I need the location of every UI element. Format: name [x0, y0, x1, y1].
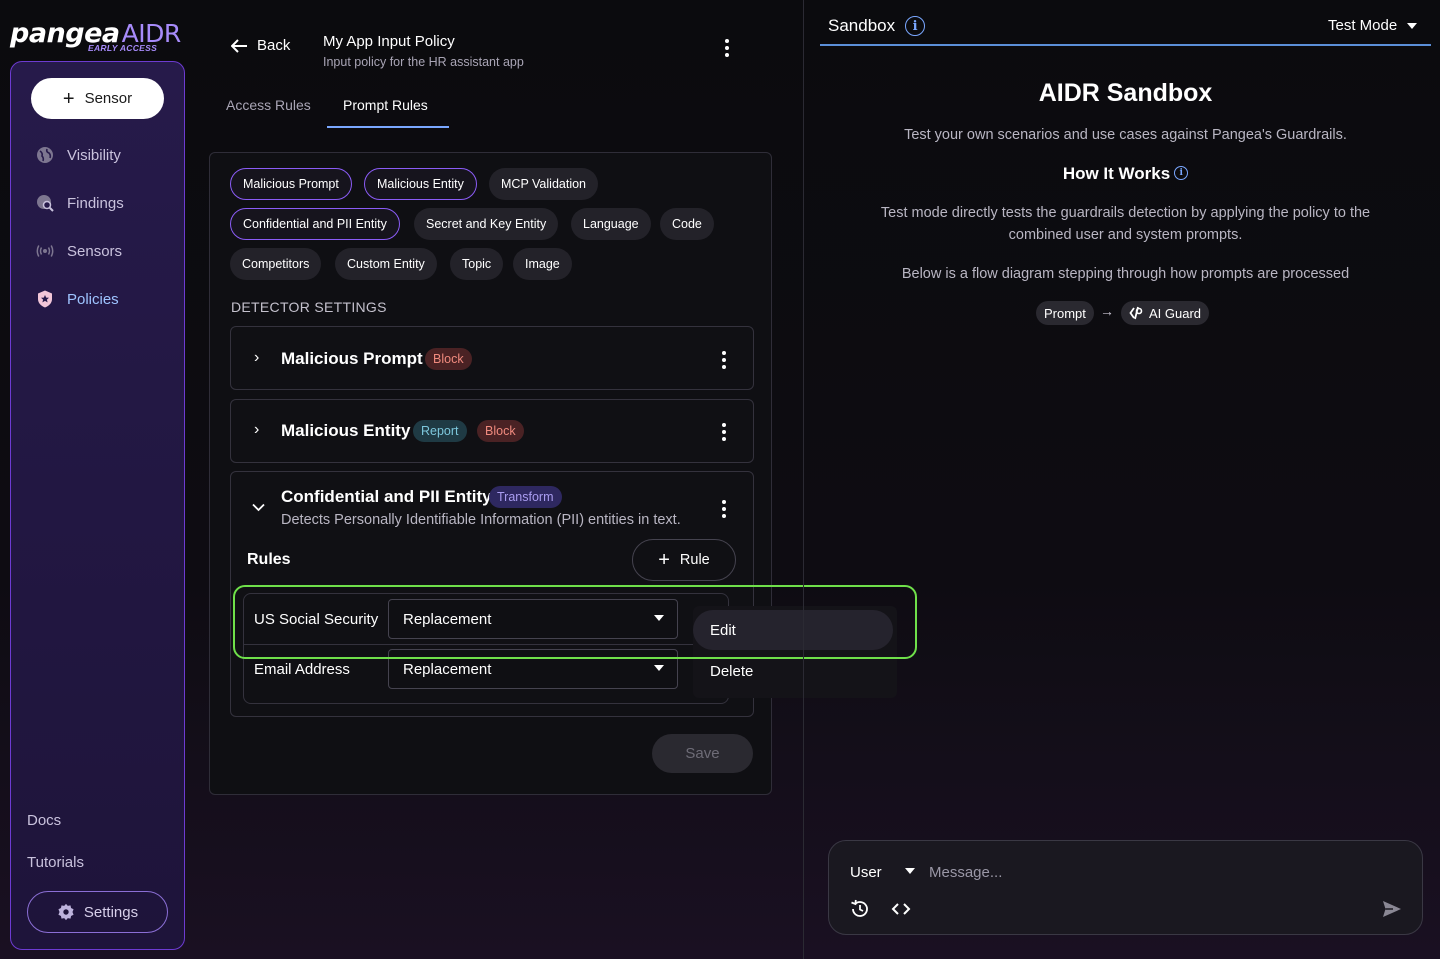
mode-dropdown[interactable]: Test Mode	[1328, 17, 1418, 34]
highlight-box	[233, 585, 917, 659]
sandbox-intro: Test your own scenarios and use cases ag…	[904, 127, 1347, 143]
logo: pangeaAIDR EARLY ACCESS	[10, 18, 185, 58]
caret-down-icon[interactable]	[905, 868, 915, 874]
role-select[interactable]: User	[850, 864, 882, 881]
chip-malicious-prompt[interactable]: Malicious Prompt	[230, 168, 352, 200]
detector-title: Malicious Prompt	[281, 349, 423, 368]
sandbox-tab-label: Sandbox	[828, 16, 896, 35]
shield-icon	[38, 290, 52, 308]
status-badge: Block	[477, 420, 524, 442]
sidebar: + Sensor Visibility Findings Sensors Pol…	[10, 61, 185, 950]
how-it-works-heading: How It Works i	[820, 164, 1431, 184]
docs-link[interactable]: Docs	[27, 812, 61, 829]
logo-tag: EARLY ACCESS	[88, 43, 158, 53]
settings-button[interactable]: Settings	[27, 891, 168, 933]
chip-topic[interactable]: Topic	[450, 248, 504, 280]
sidebar-item-label: Sensors	[67, 242, 123, 260]
rule-name: Email Address	[254, 661, 350, 678]
sandbox-tab-underline	[820, 44, 1431, 46]
active-tab-indicator	[327, 126, 449, 128]
plus-icon: +	[62, 87, 75, 110]
chip-language[interactable]: Language	[571, 208, 651, 240]
page-title: My App Input Policy	[323, 33, 455, 50]
info-icon[interactable]: i	[905, 16, 926, 36]
add-sensor-button[interactable]: + Sensor	[31, 78, 164, 119]
broadcast-icon	[36, 245, 54, 257]
status-badge: Transform	[489, 486, 562, 508]
plus-icon: +	[658, 549, 670, 571]
chip-competitors[interactable]: Competitors	[230, 248, 322, 280]
add-rule-label: Rule	[679, 552, 710, 568]
code-icon[interactable]	[890, 898, 912, 920]
sidebar-item-visibility[interactable]: Visibility	[35, 145, 121, 165]
send-icon[interactable]	[1381, 898, 1403, 920]
rule-method-value: Replacement	[403, 660, 492, 678]
status-badge: Report	[413, 420, 467, 442]
info-icon[interactable]: i	[1174, 166, 1189, 180]
back-button[interactable]: Back	[231, 37, 290, 54]
chip-mcp-validation[interactable]: MCP Validation	[489, 168, 598, 200]
sandbox-tab[interactable]: Sandbox i	[828, 16, 926, 36]
detector-title: Confidential and PII Entity	[281, 487, 492, 506]
back-label: Back	[257, 37, 291, 54]
detector-more-icon[interactable]	[721, 500, 727, 518]
status-badge: Block	[425, 348, 472, 370]
chip-secret-key[interactable]: Secret and Key Entity	[414, 208, 559, 240]
how-it-works-label: How It Works	[1062, 164, 1171, 183]
detector-more-icon[interactable]	[721, 351, 727, 369]
globe-icon	[37, 147, 53, 163]
sidebar-item-sensors[interactable]: Sensors	[35, 241, 122, 261]
sidebar-item-label: Visibility	[67, 146, 121, 164]
sidebar-item-label: Policies	[67, 290, 119, 308]
arrow-right-icon: →	[1100, 303, 1114, 319]
caret-down-icon	[654, 665, 664, 671]
flow-description: Below is a flow diagram stepping through…	[901, 266, 1350, 282]
caret-down-icon	[1407, 22, 1418, 29]
chip-image[interactable]: Image	[513, 248, 572, 280]
tab-prompt-rules[interactable]: Prompt Rules	[343, 97, 428, 113]
mode-value: Test Mode	[1328, 17, 1398, 34]
chip-confidential-pii[interactable]: Confidential and PII Entity	[230, 208, 400, 240]
message-input[interactable]	[929, 861, 1369, 883]
arrow-left-icon	[231, 38, 247, 53]
save-button[interactable]: Save	[652, 734, 753, 773]
chip-malicious-entity[interactable]: Malicious Entity	[364, 168, 477, 200]
sidebar-item-findings[interactable]: Findings	[35, 193, 124, 213]
flow-step-label: Prompt	[1044, 305, 1086, 321]
search-globe-icon	[37, 195, 54, 212]
detector-settings-heading: DETECTOR SETTINGS	[231, 299, 387, 315]
tab-access-rules[interactable]: Access Rules	[226, 97, 311, 113]
history-icon[interactable]	[849, 898, 871, 920]
detector-title: Malicious Entity	[281, 421, 411, 440]
test-mode-description: Test mode directly tests the guardrails …	[880, 205, 1371, 243]
chip-custom-entity[interactable]: Custom Entity	[335, 248, 437, 280]
detector-description: Detects Personally Identifiable Informat…	[281, 512, 681, 528]
sidebar-item-label: Findings	[67, 194, 124, 212]
settings-label: Settings	[83, 903, 139, 921]
add-sensor-label: Sensor	[84, 90, 133, 107]
flow-step-prompt: Prompt	[1036, 301, 1094, 325]
rules-heading: Rules	[247, 551, 291, 568]
sidebar-item-policies[interactable]: Policies	[35, 289, 119, 309]
flow-step-label: AI Guard	[1149, 305, 1202, 321]
chevron-right-icon[interactable]: ›	[254, 421, 259, 439]
gear-icon	[58, 903, 74, 921]
page-subtitle: Input policy for the HR assistant app	[323, 55, 524, 69]
tutorials-link[interactable]: Tutorials	[27, 854, 84, 871]
chevron-right-icon[interactable]: ›	[254, 349, 259, 367]
detector-more-icon[interactable]	[721, 423, 727, 441]
chevron-down-icon[interactable]	[252, 503, 265, 512]
chip-code[interactable]: Code	[660, 208, 714, 240]
panel-divider	[803, 0, 804, 959]
message-composer: User	[828, 840, 1423, 935]
sandbox-title: AIDR Sandbox	[1038, 79, 1213, 107]
flow-step-ai-guard: AI Guard	[1121, 301, 1210, 325]
pangea-logo-icon	[1129, 306, 1143, 320]
policy-more-icon[interactable]	[724, 39, 730, 57]
add-rule-button[interactable]: + Rule	[632, 539, 736, 581]
